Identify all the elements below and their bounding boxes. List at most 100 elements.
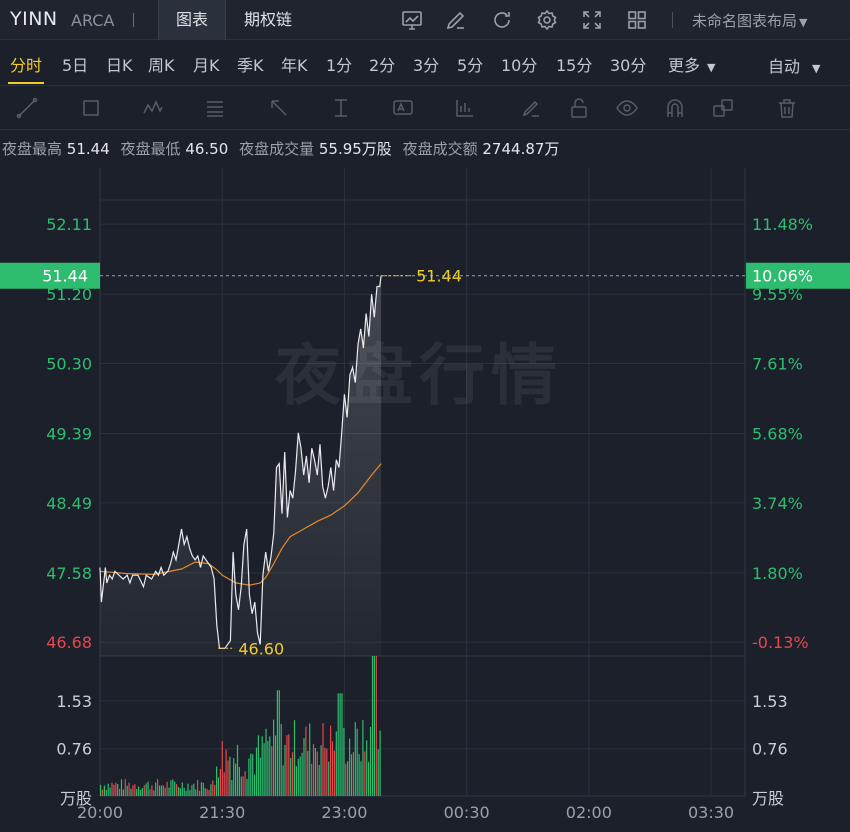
volume-bar <box>132 785 134 796</box>
trend-line-icon[interactable] <box>16 97 38 119</box>
volume-bar <box>265 728 267 796</box>
volume-bar <box>105 790 107 796</box>
time-tick-label: 02:00 <box>566 803 612 822</box>
volume-bar <box>274 735 277 796</box>
high-marker-label: 51.44 <box>416 267 462 286</box>
chart-layout-dropdown[interactable]: 未命名图表布局 ▼ <box>692 10 807 31</box>
time-tick-label: 03:30 <box>688 803 734 822</box>
indicator-chart-icon[interactable] <box>400 8 424 32</box>
price-tick-label: 46.68 <box>46 633 92 652</box>
clone-layers-icon[interactable] <box>712 97 734 119</box>
volume-bar <box>350 754 353 796</box>
volume-bar <box>157 779 159 796</box>
volume-bar <box>366 740 368 796</box>
price-tick-label: 50.30 <box>46 354 92 373</box>
volume-bar <box>179 788 181 796</box>
magnet-icon[interactable] <box>664 97 686 119</box>
volume-bar <box>314 748 316 796</box>
period-intraday[interactable]: 分时 <box>10 52 42 76</box>
measure-tool-icon[interactable] <box>330 97 352 119</box>
volume-bar <box>368 761 370 796</box>
volume-bar <box>181 782 183 796</box>
period-monthly[interactable]: 月K <box>193 52 220 76</box>
volume-bar <box>200 782 202 796</box>
volume-unit-label: 万股 <box>60 789 92 808</box>
percent-tick-label: 11.48% <box>752 215 813 234</box>
settings-gear-icon[interactable] <box>535 8 559 32</box>
grid-layout-icon[interactable] <box>625 8 649 32</box>
volume-bar <box>331 741 334 796</box>
volume-bar <box>244 771 246 796</box>
rectangle-tool-icon[interactable] <box>80 97 102 119</box>
period-more-dropdown[interactable]: 更多 ▼ <box>668 52 715 76</box>
volume-bar <box>162 785 164 796</box>
volume-bar <box>337 693 339 796</box>
volume-tick-label: 1.53 <box>752 692 788 711</box>
volume-bar <box>362 720 364 796</box>
volume-bar <box>240 776 242 796</box>
scale-auto-label: 自动 <box>768 57 801 76</box>
lock-icon[interactable] <box>568 97 590 119</box>
volume-bar <box>101 789 104 796</box>
draw-pen-icon[interactable] <box>444 8 468 32</box>
tab-options-chain[interactable]: 期权链 <box>228 0 308 40</box>
period-5day[interactable]: 5日 <box>62 52 88 76</box>
refresh-icon[interactable] <box>490 8 514 32</box>
drawing-toolbar <box>0 87 850 130</box>
fibonacci-tool-icon[interactable] <box>204 97 226 119</box>
volume-bar <box>100 784 102 796</box>
volume-bar <box>223 772 225 796</box>
layout-name: 未命名图表布局 <box>692 12 798 30</box>
volume-bar <box>297 758 299 796</box>
period-10min[interactable]: 10分 <box>501 52 537 76</box>
eye-visibility-icon[interactable] <box>616 97 638 119</box>
chart-grid <box>99 168 746 797</box>
divider <box>672 12 673 28</box>
period-1min[interactable]: 1分 <box>326 52 352 76</box>
symbol-ticker[interactable]: YINN <box>10 8 58 30</box>
night-session-stats: 夜盘最高 51.44 夜盘最低 46.50 夜盘成交量 55.95万股 夜盘成交… <box>2 138 565 159</box>
period-2min[interactable]: 2分 <box>369 52 395 76</box>
tab-chart[interactable]: 图表 <box>158 0 226 40</box>
volume-bar <box>198 790 201 796</box>
stat-label-high: 夜盘最高 <box>2 140 63 158</box>
trash-icon[interactable] <box>776 97 798 119</box>
volume-bar <box>377 749 379 796</box>
brush-tool-icon[interactable] <box>520 97 542 119</box>
volume-bar <box>126 785 128 796</box>
arrow-tool-icon[interactable] <box>268 97 290 119</box>
percent-tick-label: 7.61% <box>752 354 803 373</box>
volume-bar <box>139 790 142 796</box>
period-3min[interactable]: 3分 <box>413 52 439 76</box>
intraday-chart[interactable]: 20:00 21:30 23:00 00:30 02:00 03:3052.11 11.48… <box>0 168 850 832</box>
period-more-label: 更多 <box>668 56 701 75</box>
period-15min[interactable]: 15分 <box>556 52 592 76</box>
volume-bar <box>221 741 223 796</box>
fullscreen-icon[interactable] <box>580 8 604 32</box>
volume-bar <box>168 787 170 796</box>
volume-bar <box>227 760 229 796</box>
volume-bar <box>254 774 256 796</box>
volume-bar <box>164 787 166 796</box>
period-yearly[interactable]: 年K <box>281 52 308 76</box>
text-label-icon[interactable] <box>392 97 414 119</box>
period-daily[interactable]: 日K <box>106 52 133 76</box>
volume-bar <box>284 744 286 796</box>
volume-bar <box>354 722 356 796</box>
period-30min[interactable]: 30分 <box>610 52 646 76</box>
volume-bar <box>373 656 375 796</box>
volume-bar <box>233 758 235 796</box>
period-weekly[interactable]: 周K <box>148 52 175 76</box>
bar-pattern-icon[interactable] <box>454 97 476 119</box>
volume-bar <box>235 763 237 796</box>
scale-auto-dropdown[interactable]: 自动 ▼ <box>768 53 820 77</box>
volume-bar <box>257 735 259 796</box>
period-quarterly[interactable]: 季K <box>237 52 264 76</box>
volume-bar <box>122 789 124 796</box>
pattern-tool-icon[interactable] <box>142 97 164 119</box>
period-5min[interactable]: 5分 <box>457 52 483 76</box>
volume-bar <box>217 777 220 796</box>
volume-bar <box>225 749 227 796</box>
volume-bar <box>349 738 351 796</box>
exchange-label: ARCA <box>71 11 115 30</box>
